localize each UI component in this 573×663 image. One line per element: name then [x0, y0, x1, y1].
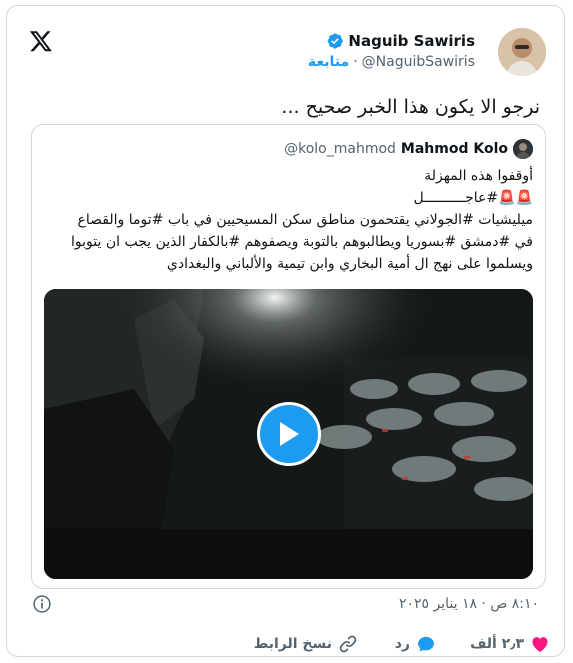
like-count: ٢٫٣ ألف	[470, 636, 524, 652]
quoted-text: أوقفوا هذه المهزلة 🚨🚨#عاجــــــــــل ميل…	[44, 165, 533, 275]
action-bar: ٢٫٣ ألف رد نسخ الرابط	[7, 634, 564, 658]
tweet-timestamp[interactable]: ٨:١٠ ص · ١٨ يناير ٢٠٢٥	[399, 596, 539, 612]
tweet-text: نرجو الا يكون هذا الخبر صحيح ...	[281, 96, 540, 118]
reply-button[interactable]: رد	[395, 634, 436, 654]
heart-icon	[532, 637, 548, 652]
quoted-avatar	[513, 139, 533, 159]
quoted-author: @kolo_mahmod Mahmod Kolo	[284, 139, 533, 159]
tweet-card: Naguib Sawiris متابعة · @NaguibSawiris ن…	[6, 5, 565, 657]
quoted-handle: @kolo_mahmod	[284, 141, 396, 157]
play-button[interactable]	[256, 402, 321, 466]
author-handle[interactable]: @NaguibSawiris	[362, 54, 475, 70]
reply-label: رد	[394, 636, 410, 652]
copy-link-label: نسخ الرابط	[253, 636, 332, 652]
follow-link[interactable]: متابعة	[308, 54, 349, 70]
quoted-line: أوقفوا هذه المهزلة	[424, 168, 533, 184]
quoted-line: في #دمشق #بسوريا ويطالبوهم بالتوبة ويصفو…	[71, 234, 533, 250]
play-icon	[279, 422, 299, 446]
like-button[interactable]: ٢٫٣ ألف	[470, 634, 550, 654]
x-logo-icon[interactable]	[29, 29, 53, 53]
separator-dot: ·	[353, 54, 358, 70]
verified-badge-icon	[328, 33, 344, 49]
reply-icon	[418, 636, 434, 652]
copy-link-button[interactable]: نسخ الرابط	[254, 634, 358, 654]
video-player[interactable]	[44, 289, 533, 579]
quoted-line: ويسلموا على نهج ال أمية البخاري وابن تيم…	[166, 256, 533, 272]
author-name[interactable]: Naguib Sawiris	[348, 32, 475, 50]
author-avatar[interactable]	[498, 28, 546, 76]
quoted-name: Mahmod Kolo	[400, 141, 508, 157]
info-icon[interactable]	[32, 594, 52, 614]
quoted-line: 🚨🚨#عاجــــــــــل	[413, 190, 534, 206]
quoted-line: ميليشيات #الجولاني يقتحمون مناطق سكن الم…	[77, 212, 533, 228]
quoted-tweet[interactable]: @kolo_mahmod Mahmod Kolo أوقفوا هذه المه…	[31, 124, 546, 589]
author-info: Naguib Sawiris متابعة · @NaguibSawiris	[308, 32, 475, 70]
link-icon	[339, 635, 357, 653]
